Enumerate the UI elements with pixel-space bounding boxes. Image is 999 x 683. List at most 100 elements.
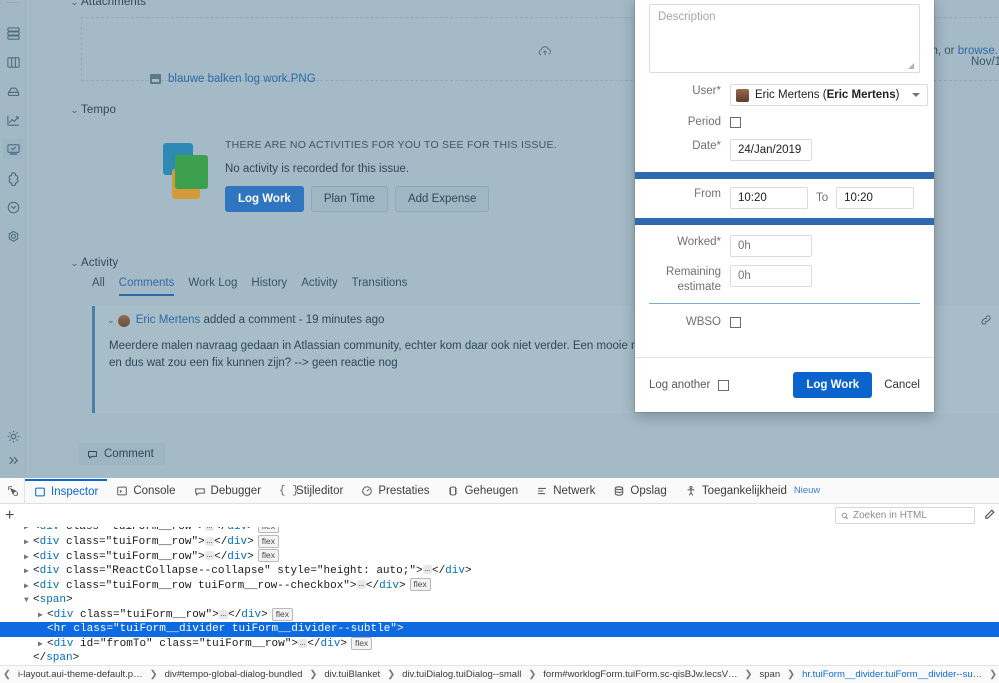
activity-tabs: All Comments Work Log History Activity T…: [92, 277, 407, 296]
expand-chevrons-icon[interactable]: [3, 450, 23, 470]
chevron-down-icon[interactable]: ⌄: [107, 315, 115, 325]
flex-badge[interactable]: flex: [258, 527, 279, 533]
to-input[interactable]: [836, 187, 914, 209]
comment-author-link[interactable]: Eric Mertens: [136, 314, 201, 326]
flex-badge[interactable]: flex: [272, 608, 293, 621]
tag-name: div: [445, 565, 465, 577]
release-icon[interactable]: [3, 81, 23, 101]
collapsed-children-icon[interactable]: …: [357, 580, 366, 589]
remaining-estimate-input[interactable]: [730, 265, 812, 287]
attachments-section-header[interactable]: ⌄Attachments: [71, 0, 146, 8]
flex-badge[interactable]: flex: [410, 578, 431, 591]
period-checkbox[interactable]: [730, 117, 741, 128]
tag-name: div: [227, 527, 247, 533]
activity-section-header[interactable]: ⌄Activity: [71, 257, 118, 269]
tab-console[interactable]: Console: [107, 479, 184, 503]
add-expense-button[interactable]: Add Expense: [395, 186, 489, 212]
wbso-checkbox[interactable]: [730, 317, 741, 328]
tab-inspector[interactable]: Inspector: [25, 479, 107, 503]
tab-style-editor[interactable]: { } Stijleditor: [270, 479, 352, 503]
add-comment-button[interactable]: Comment: [78, 443, 165, 465]
dom-tree-row[interactable]: ▶<div class="tuiForm__row">…</div>flex: [0, 527, 999, 535]
flex-badge[interactable]: flex: [258, 535, 279, 548]
dom-tree-row[interactable]: ▶<div class="tuiForm__row">…</div>flex: [0, 608, 999, 623]
breadcrumb-item[interactable]: span: [756, 669, 785, 680]
"attr-name": class: [66, 565, 99, 577]
attachment-file-link[interactable]: blauwe balken log work.PNG: [168, 73, 316, 85]
breadcrumb-item[interactable]: hr.tuiForm__divider.tuiForm__divider--su…: [798, 669, 986, 680]
tab-accessibility[interactable]: Toegankelijkheid Nieuw: [676, 479, 829, 503]
dom-tree-row[interactable]: ▶<div class="tuiForm__row">…</div>flex: [0, 549, 999, 564]
expand-twisty-icon[interactable]: ▶: [24, 565, 33, 580]
collapsed-children-icon[interactable]: …: [298, 639, 307, 648]
backlog-icon[interactable]: [3, 23, 23, 43]
breadcrumb-item[interactable]: div.tuiDialog.tuiDialog--small: [398, 669, 525, 680]
edit-pencil-icon[interactable]: [983, 508, 996, 521]
date-input[interactable]: [730, 139, 812, 161]
breadcrumb-item[interactable]: div.tuiBlanket: [320, 669, 384, 680]
element-picker-icon[interactable]: [2, 479, 25, 503]
breadcrumb-item[interactable]: form#worklogForm.tuiForm.sc-qisBJw.lecsV…: [539, 669, 741, 680]
permalink-icon[interactable]: [980, 314, 992, 326]
breadcrumb-item[interactable]: div#tempo-global-dialog-bundled: [161, 669, 307, 680]
tab-debugger[interactable]: Debugger: [185, 479, 271, 503]
collapsed-children-icon[interactable]: …: [423, 565, 432, 574]
"attr-value": "tuiForm__divider tuiForm__divider--subt…: [113, 623, 397, 635]
expand-twisty-icon[interactable]: ▶: [24, 551, 33, 566]
breadcrumb-scroll-right[interactable]: ❯: [986, 669, 999, 680]
collapsed-children-icon[interactable]: …: [205, 527, 214, 531]
tab-storage[interactable]: Opslag: [604, 479, 675, 503]
tab-comments[interactable]: Comments: [119, 277, 175, 296]
clock-icon[interactable]: [3, 197, 23, 217]
description-textarea[interactable]: Description ◢: [649, 4, 920, 73]
gear-icon[interactable]: [3, 426, 23, 446]
collapsed-children-icon[interactable]: …: [205, 551, 214, 560]
chevron-down-icon: ⌄: [70, 258, 82, 269]
flex-badge[interactable]: flex: [351, 637, 372, 650]
breadcrumb-item[interactable]: i-layout.aui-theme-default.p…: [14, 669, 147, 680]
reports-icon[interactable]: [3, 110, 23, 130]
resize-grip-icon[interactable]: ◢: [908, 62, 916, 70]
collapsed-children-icon[interactable]: …: [205, 537, 214, 546]
from-input[interactable]: [730, 187, 808, 209]
breadcrumb-separator: ❯: [384, 669, 398, 680]
board-icon[interactable]: [3, 52, 23, 72]
worked-input[interactable]: [730, 235, 812, 257]
components-icon[interactable]: [3, 168, 23, 188]
log-work-button[interactable]: Log Work: [225, 186, 304, 212]
plan-time-button[interactable]: Plan Time: [311, 186, 388, 212]
tab-all[interactable]: All: [92, 277, 105, 296]
collapse-twisty-icon[interactable]: ▼: [24, 594, 33, 609]
dom-tree-row[interactable]: </span>: [0, 651, 999, 663]
log-another-checkbox[interactable]: [718, 380, 729, 391]
flex-badge[interactable]: flex: [258, 549, 279, 562]
dom-tree-row[interactable]: ▶<div class="tuiForm__row tuiForm__row--…: [0, 578, 999, 593]
dom-tree-row[interactable]: <hr class="tuiForm__divider tuiForm__div…: [0, 622, 999, 637]
dom-tree-row[interactable]: ▶<div id="fromTo" class="tuiForm__row">……: [0, 637, 999, 652]
dom-tree-row[interactable]: ▼<span>: [0, 593, 999, 608]
tempo-section-header[interactable]: ⌄Tempo: [71, 104, 116, 116]
tag-name: div: [40, 527, 60, 533]
dom-tree[interactable]: ▶<div class="tuiForm__row">…</div>flex▶<…: [0, 527, 999, 663]
dom-tree-markup: <div class="tuiForm__row">…</div>: [33, 527, 254, 533]
tab-history[interactable]: History: [251, 277, 287, 296]
dom-tree-row[interactable]: ▶<div class="tuiForm__row">…</div>flex: [0, 535, 999, 550]
collapsed-children-icon[interactable]: …: [219, 610, 228, 619]
breadcrumb-scroll-left[interactable]: ❮: [0, 669, 14, 680]
tab-transitions[interactable]: Transitions: [352, 277, 408, 296]
user-select[interactable]: Eric Mertens (Eric Mertens): [730, 84, 928, 106]
tag-name: div: [40, 580, 60, 592]
html-search-box[interactable]: Zoeken in HTML: [835, 507, 975, 524]
add-rule-button[interactable]: +: [5, 508, 14, 524]
tab-performance[interactable]: Prestaties: [352, 479, 438, 503]
tab-work-log[interactable]: Work Log: [188, 277, 237, 296]
submit-log-work-button[interactable]: Log Work: [793, 372, 872, 398]
dom-tree-row[interactable]: ▶<div class="ReactCollapse--collapse" st…: [0, 564, 999, 579]
attachments-title: Attachments: [81, 0, 146, 8]
tab-network[interactable]: Netwerk: [527, 479, 604, 503]
issues-icon[interactable]: [3, 139, 23, 159]
project-settings-icon[interactable]: [3, 226, 23, 246]
cancel-button[interactable]: Cancel: [884, 379, 920, 391]
tab-memory[interactable]: Geheugen: [438, 479, 527, 503]
tab-activity[interactable]: Activity: [301, 277, 337, 296]
